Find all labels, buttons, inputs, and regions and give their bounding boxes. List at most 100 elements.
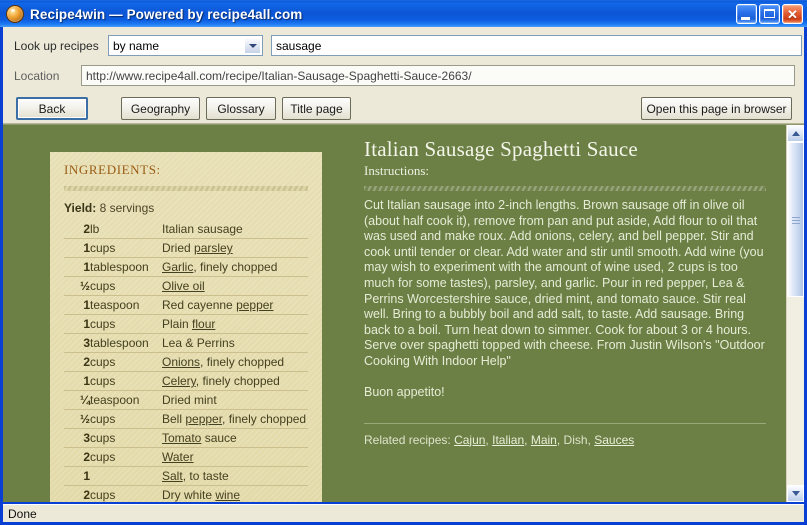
ingredient-quantity: 2 xyxy=(64,448,90,467)
recipe-pot-icon xyxy=(6,5,24,23)
ingredient-unit: teaspoon xyxy=(90,391,162,410)
chevron-down-icon[interactable] xyxy=(244,37,261,54)
scrollbar-thumb[interactable] xyxy=(787,142,804,297)
ingredient-quantity: 1 xyxy=(64,467,90,486)
ingredient-link[interactable]: parsley xyxy=(194,241,233,255)
geography-button[interactable]: Geography xyxy=(121,97,200,120)
application-window: Recipe4win — Powered by recipe4all.com ✕… xyxy=(0,0,807,525)
scroll-down-arrow-icon xyxy=(792,491,800,496)
ingredient-description[interactable]: Celery, finely chopped xyxy=(162,372,308,391)
ingredient-link[interactable]: pepper xyxy=(185,412,222,426)
ingredient-unit: teaspoon xyxy=(90,296,162,315)
ingredient-description: Italian sausage xyxy=(162,220,308,239)
ingredient-quantity: 3 xyxy=(64,429,90,448)
related-text: Dish xyxy=(564,433,588,447)
ingredients-table: 2lbItalian sausage1cupsDried parsley1tab… xyxy=(64,220,308,502)
ingredient-unit: cups xyxy=(90,448,162,467)
ingredient-description[interactable]: Dry white wine xyxy=(162,486,308,503)
ingredient-description[interactable]: Garlic, finely chopped xyxy=(162,258,308,277)
instructions-label: Instructions: xyxy=(364,163,766,179)
ingredient-unit: tablespoon xyxy=(90,258,162,277)
ingredient-link[interactable]: Tomato xyxy=(162,431,201,445)
ingredient-link[interactable]: Onions xyxy=(162,355,200,369)
ingredient-link[interactable]: Olive oil xyxy=(162,279,205,293)
ingredient-description[interactable]: Plain flour xyxy=(162,315,308,334)
ingredient-unit: cups xyxy=(90,353,162,372)
ingredient-unit: cups xyxy=(90,239,162,258)
glossary-button[interactable]: Glossary xyxy=(206,97,276,120)
ingredient-quantity: ¼ xyxy=(64,391,90,410)
ingredient-description[interactable]: Bell pepper, finely chopped xyxy=(162,410,308,429)
location-row: Location http://www.recipe4all.com/recip… xyxy=(3,62,804,89)
ingredient-row: 1cupsPlain flour xyxy=(64,315,308,334)
ingredient-link[interactable]: Water xyxy=(162,450,194,464)
related-link[interactable]: Sauces xyxy=(594,433,634,447)
ingredient-row: 1cupsDried parsley xyxy=(64,239,308,258)
ingredient-description[interactable]: Onions, finely chopped xyxy=(162,353,308,372)
ingredient-quantity: 2 xyxy=(64,353,90,372)
ingredient-link[interactable]: Garlic xyxy=(162,260,193,274)
related-label: Related recipes: xyxy=(364,433,451,447)
ingredient-row: 1 Salt, to taste xyxy=(64,467,308,486)
scroll-up-button[interactable] xyxy=(787,125,804,142)
ingredient-link[interactable]: Salt xyxy=(162,469,183,483)
location-input[interactable]: http://www.recipe4all.com/recipe/Italian… xyxy=(81,65,795,86)
related-link[interactable]: Cajun xyxy=(454,433,485,447)
ingredient-description[interactable]: Water xyxy=(162,448,308,467)
toolbar-area: Look up recipes by name sausage Location… xyxy=(3,27,804,124)
window-title: Recipe4win — Powered by recipe4all.com xyxy=(30,7,302,22)
related-links-list: Cajun, Italian, Main, Dish, Sauces xyxy=(454,433,634,447)
recipe-pane: Italian Sausage Spaghetti Sauce Instruct… xyxy=(343,125,780,502)
maximize-icon xyxy=(764,9,775,18)
ingredient-row: 2cupsDry white wine xyxy=(64,486,308,503)
related-link[interactable]: Italian xyxy=(492,433,524,447)
title-page-button[interactable]: Title page xyxy=(282,97,351,120)
ingredient-description[interactable]: Dried parsley xyxy=(162,239,308,258)
ingredient-link[interactable]: flour xyxy=(192,317,215,331)
search-input[interactable]: sausage xyxy=(271,35,802,56)
open-in-browser-button[interactable]: Open this page in browser xyxy=(641,97,792,120)
ingredient-description[interactable]: Red cayenne pepper xyxy=(162,296,308,315)
vertical-scrollbar[interactable] xyxy=(786,125,804,502)
maximize-button[interactable] xyxy=(759,4,780,24)
ingredient-unit: cups xyxy=(90,486,162,503)
lookup-mode-select[interactable]: by name xyxy=(108,35,263,56)
minimize-icon xyxy=(741,17,750,20)
scroll-down-button[interactable] xyxy=(787,485,804,502)
related-link[interactable]: Main xyxy=(531,433,557,447)
lookup-mode-value: by name xyxy=(109,39,159,53)
ingredient-row: 2cupsOnions, finely chopped xyxy=(64,353,308,372)
ingredient-row: 3cupsTomato sauce xyxy=(64,429,308,448)
ingredient-row: 2cupsWater xyxy=(64,448,308,467)
button-bar: Back Geography Glossary Title page Open … xyxy=(3,97,804,127)
instructions-divider xyxy=(364,186,766,191)
ingredient-quantity: 1 xyxy=(64,239,90,258)
related-recipes: Related recipes: Cajun, Italian, Main, D… xyxy=(364,433,766,447)
ingredient-quantity: 3 xyxy=(64,334,90,353)
back-button[interactable]: Back xyxy=(16,97,88,120)
ingredient-description[interactable]: Olive oil xyxy=(162,277,308,296)
ingredient-unit: cups xyxy=(90,410,162,429)
ingredient-quantity: 2 xyxy=(64,220,90,239)
ingredient-row: 3tablespoonLea & Perrins xyxy=(64,334,308,353)
ingredient-description: Lea & Perrins xyxy=(162,334,308,353)
scroll-up-arrow-icon xyxy=(792,131,800,136)
instructions-text: Cut Italian sausage into 2-inch lengths.… xyxy=(364,198,766,370)
ingredient-unit: cups xyxy=(90,372,162,391)
ingredient-quantity: 1 xyxy=(64,258,90,277)
ingredient-description[interactable]: Salt, to taste xyxy=(162,467,308,486)
ingredient-quantity: 2 xyxy=(64,486,90,503)
close-button[interactable]: ✕ xyxy=(782,4,803,24)
window-controls: ✕ xyxy=(736,4,803,24)
closing-text: Buon appetito! xyxy=(364,385,766,399)
ingredient-row: 1tablespoonGarlic, finely chopped xyxy=(64,258,308,277)
minimize-button[interactable] xyxy=(736,4,757,24)
ingredient-link[interactable]: pepper xyxy=(236,298,273,312)
ingredient-link[interactable]: Celery xyxy=(162,374,196,388)
page-content: INGREDIENTS: Yield: 8 servings 2lbItalia… xyxy=(3,124,804,502)
ingredient-link[interactable]: wine xyxy=(215,488,240,502)
ingredient-description[interactable]: Tomato sauce xyxy=(162,429,308,448)
ingredients-heading: INGREDIENTS: xyxy=(64,162,308,186)
ingredient-row: ¼teaspoonDried mint xyxy=(64,391,308,410)
close-icon: ✕ xyxy=(783,5,802,23)
